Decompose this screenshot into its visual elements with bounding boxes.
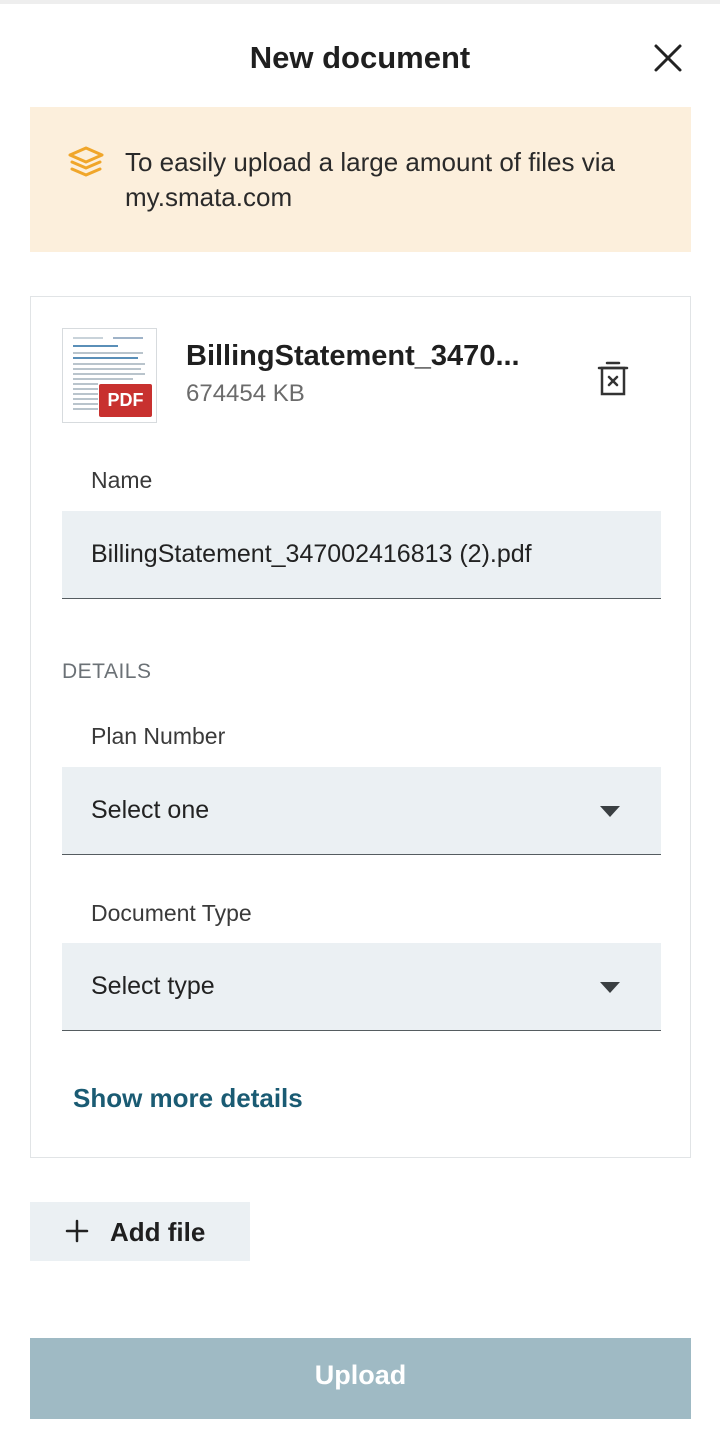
plan-number-value: Select one	[91, 796, 210, 824]
upload-label: Upload	[314, 1360, 407, 1390]
name-input[interactable]: BillingStatement_347002416813 (2).pdf	[62, 511, 661, 599]
plus-icon	[65, 1219, 89, 1243]
document-type-label: Document Type	[91, 900, 252, 926]
document-type-value: Select type	[91, 972, 215, 1000]
plan-number-select[interactable]: Select one	[62, 767, 661, 855]
close-icon	[654, 44, 682, 72]
layers-icon	[68, 146, 104, 177]
delete-file-icon	[597, 361, 629, 396]
details-heading: DETAILS	[62, 660, 152, 683]
file-size: 674454 KB	[186, 380, 305, 407]
file-name: BillingStatement_3470...	[186, 340, 520, 372]
plan-number-label: Plan Number	[91, 723, 226, 749]
add-file-label: Add file	[110, 1217, 206, 1247]
name-input-value: BillingStatement_347002416813 (2).pdf	[91, 540, 532, 568]
pdf-badge: PDF	[99, 384, 152, 417]
chevron-down-icon	[600, 982, 620, 993]
page-title: New document	[249, 40, 471, 75]
info-banner: To easily upload a large amount of files…	[30, 107, 691, 252]
document-type-select[interactable]: Select type	[62, 943, 661, 1031]
close-button[interactable]	[648, 38, 688, 78]
chevron-down-icon	[600, 806, 620, 817]
remove-file-button[interactable]	[592, 357, 634, 399]
show-more-details-link[interactable]: Show more details	[73, 1083, 303, 1114]
upload-button[interactable]: Upload	[30, 1338, 691, 1419]
modal-header: New document	[0, 4, 720, 104]
banner-text: To easily upload a large amount of files…	[125, 147, 615, 212]
add-file-button[interactable]: Add file	[30, 1202, 250, 1261]
name-label: Name	[91, 467, 153, 493]
file-thumbnail: PDF	[62, 328, 157, 423]
file-card: PDF BillingStatement_3470... 674454 KB N…	[30, 296, 691, 1158]
